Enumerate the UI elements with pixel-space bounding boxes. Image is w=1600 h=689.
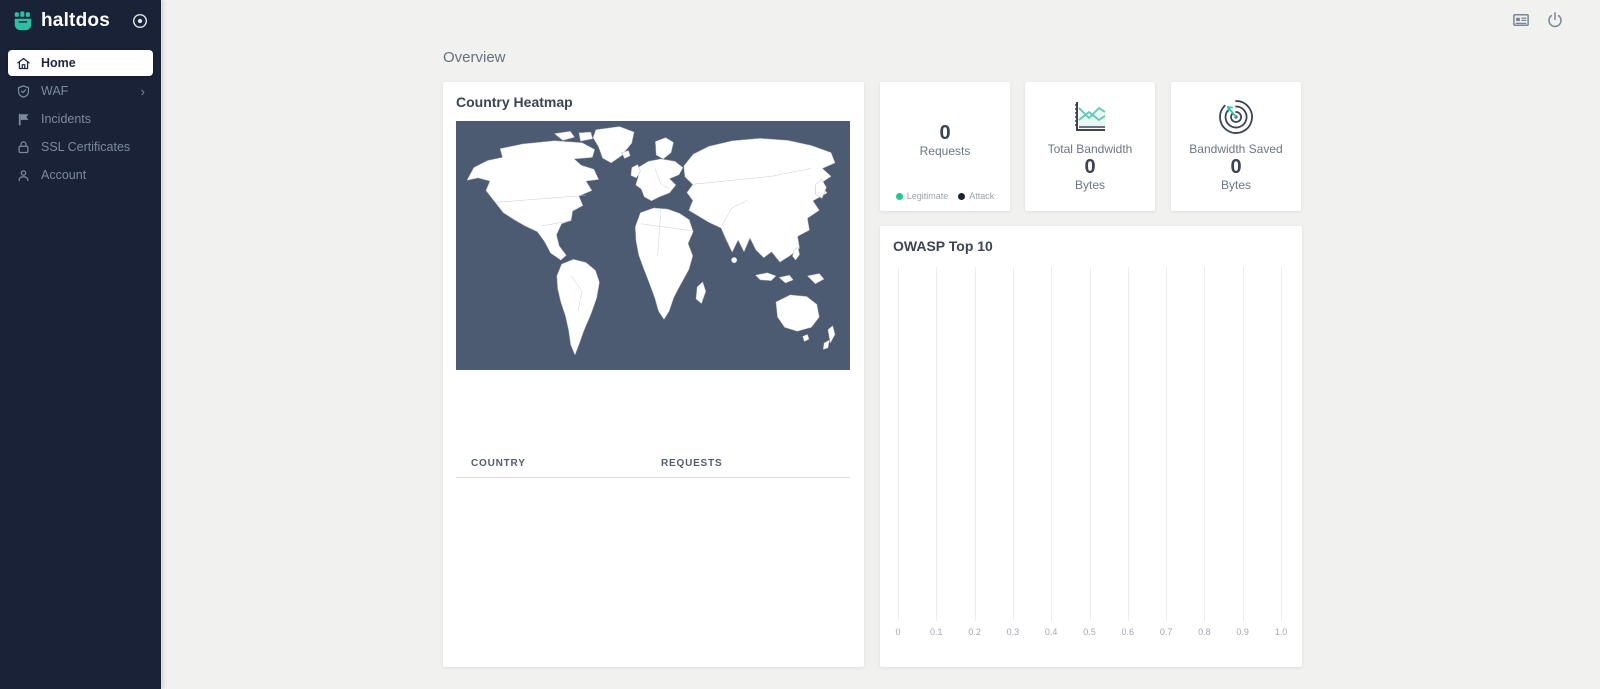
- total-bandwidth-card: Total Bandwidth 0 Bytes: [1025, 82, 1155, 211]
- shield-check-icon: [16, 84, 31, 99]
- requests-legend: Legitimate Attack: [880, 191, 1010, 201]
- gridline: [1051, 267, 1052, 621]
- x-axis-tick: 0.4: [1045, 627, 1058, 637]
- sidebar: haltdos Home: [0, 0, 161, 689]
- target-icon[interactable]: [131, 12, 149, 30]
- world-heatmap[interactable]: [456, 121, 850, 370]
- x-axis-tick: 0: [895, 627, 900, 637]
- area-chart-icon: [1069, 96, 1111, 138]
- legend-label: Legitimate: [907, 191, 949, 201]
- owasp-card-title: OWASP Top 10: [893, 238, 1289, 254]
- owasp-chart-plot: 0 0.1 0.2 0.3 0.4 0.5 0.6 0.7 0.8 0.9 1.…: [898, 267, 1281, 621]
- requests-label: Requests: [920, 144, 971, 158]
- sidebar-item-label: Home: [41, 56, 145, 70]
- country-heatmap-card: Country Heatmap: [443, 82, 864, 667]
- requests-value: 0: [939, 122, 950, 144]
- brand-name: haltdos: [41, 10, 131, 32]
- x-axis-tick: 0.5: [1083, 627, 1096, 637]
- attack-dot-icon: [958, 193, 965, 200]
- haltdos-logo-icon: [12, 10, 34, 32]
- page-title: Overview: [443, 49, 506, 66]
- sidebar-item-home[interactable]: Home: [8, 50, 153, 76]
- gridline: [1204, 267, 1205, 621]
- gridline: [1090, 267, 1091, 621]
- gridline: [1243, 267, 1244, 621]
- home-icon: [16, 56, 31, 71]
- total-bandwidth-label: Total Bandwidth: [1048, 142, 1133, 156]
- x-axis-tick: 0.3: [1007, 627, 1020, 637]
- sidebar-item-label: Incidents: [41, 112, 145, 126]
- sidebar-item-label: Account: [41, 168, 145, 182]
- power-icon[interactable]: [1546, 11, 1564, 29]
- sidebar-item-waf[interactable]: WAF ›: [8, 78, 153, 104]
- x-axis-tick: 0.7: [1160, 627, 1173, 637]
- column-header-country: COUNTRY: [471, 458, 661, 469]
- person-icon: [16, 168, 31, 183]
- chevron-right-icon: ›: [141, 85, 145, 98]
- radar-icon: [1215, 96, 1257, 138]
- column-header-requests: REQUESTS: [661, 458, 722, 469]
- sidebar-menu: Home WAF › Inc: [0, 42, 161, 198]
- gridline: [1166, 267, 1167, 621]
- x-axis-tick: 0.6: [1122, 627, 1135, 637]
- total-bandwidth-unit: Bytes: [1075, 178, 1105, 192]
- bandwidth-saved-unit: Bytes: [1221, 178, 1251, 192]
- gridline: [975, 267, 976, 621]
- x-axis-tick: 0.2: [968, 627, 981, 637]
- gridline: [936, 267, 937, 621]
- topbar-actions: [1512, 11, 1564, 29]
- sidebar-item-incidents[interactable]: Incidents: [8, 106, 153, 132]
- lock-icon: [16, 140, 31, 155]
- sidebar-item-account[interactable]: Account: [8, 162, 153, 188]
- sidebar-item-ssl-certificates[interactable]: SSL Certificates: [8, 134, 153, 160]
- bandwidth-saved-value: 0: [1230, 156, 1241, 178]
- legend-label: Attack: [969, 191, 994, 201]
- legend-item-attack: Attack: [958, 191, 994, 201]
- brand: haltdos: [0, 0, 161, 42]
- heatmap-table-header: COUNTRY REQUESTS: [456, 454, 850, 478]
- bandwidth-saved-label: Bandwidth Saved: [1189, 142, 1282, 156]
- gridline: [1281, 267, 1282, 621]
- gridline: [1128, 267, 1129, 621]
- contact-card-icon[interactable]: [1512, 11, 1530, 29]
- bandwidth-saved-card: Bandwidth Saved 0 Bytes: [1171, 82, 1301, 211]
- owasp-top10-card: OWASP Top 10 0 0.1 0.2 0.3 0.4 0.5 0.6 0…: [880, 226, 1302, 667]
- sidebar-item-label: WAF: [41, 84, 141, 98]
- requests-stat-card: 0 Requests Legitimate Attack: [880, 82, 1010, 211]
- x-axis-tick: 0.8: [1198, 627, 1211, 637]
- gridline: [1013, 267, 1014, 621]
- heatmap-card-title: Country Heatmap: [456, 94, 851, 110]
- world-map-svg: [456, 121, 850, 370]
- legend-item-legitimate: Legitimate: [896, 191, 949, 201]
- app: haltdos Home: [0, 0, 1600, 689]
- total-bandwidth-value: 0: [1084, 156, 1095, 178]
- x-axis-tick: 0.9: [1236, 627, 1249, 637]
- x-axis-tick: 0.1: [930, 627, 943, 637]
- sidebar-item-label: SSL Certificates: [41, 140, 145, 154]
- legitimate-dot-icon: [896, 193, 903, 200]
- flag-icon: [16, 112, 31, 127]
- gridline: [898, 267, 899, 621]
- x-axis-tick: 1.0: [1275, 627, 1288, 637]
